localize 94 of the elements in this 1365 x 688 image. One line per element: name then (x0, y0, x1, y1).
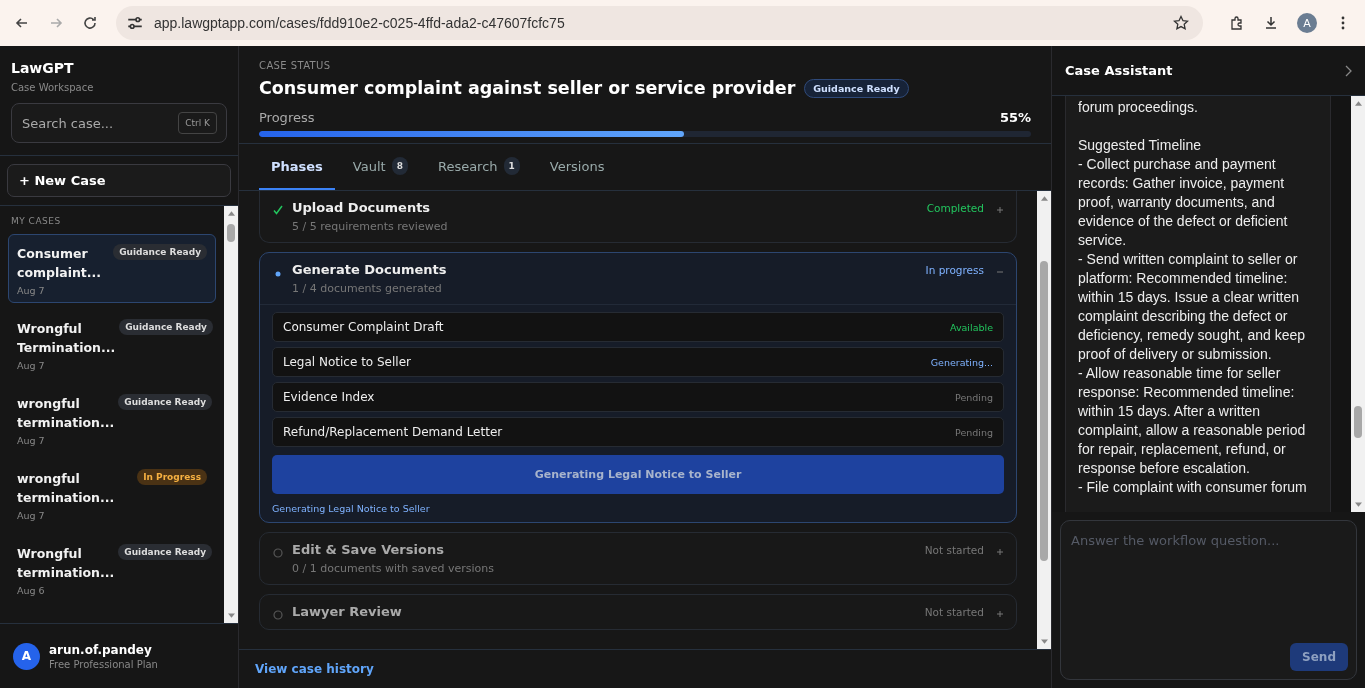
generate-button[interactable]: Generating Legal Notice to Seller (272, 455, 1004, 494)
circle-icon (272, 546, 284, 558)
case-item[interactable]: Consumer complaint... Guidance Ready Aug 7 (8, 234, 216, 303)
document-status: Available (950, 321, 993, 333)
brand-name: LawGPT (11, 60, 75, 76)
case-item[interactable]: Wrongful Termination... Guidance Ready Aug 7 (8, 309, 216, 378)
document-name: Consumer Complaint Draft (283, 320, 444, 334)
new-case-button[interactable]: + New Case (7, 164, 231, 197)
section-label: CASE STATUS (259, 60, 332, 71)
scrollbar[interactable] (1037, 191, 1051, 649)
address-bar[interactable]: app.lawgptapp.com/cases/fdd910e2-c025-4ffd-ada2-c47607fcfc75 (116, 6, 1203, 40)
case-title: Wrongful termination... (17, 545, 115, 582)
case-item[interactable]: Wrongful termination... Guidance Ready Aug 6 (8, 534, 216, 603)
chevron-right-icon[interactable] (1344, 64, 1352, 77)
status-badge: Guidance Ready (804, 78, 909, 98)
case-title: wrongful termination... (17, 395, 115, 432)
progress-label: Progress (259, 110, 315, 125)
phase-subtitle: 0 / 1 documents with saved versions (292, 562, 495, 575)
site-settings-icon[interactable] (126, 14, 144, 32)
check-icon (272, 204, 284, 216)
scrollbar[interactable] (224, 206, 238, 623)
scroll-up-icon[interactable] (1040, 195, 1048, 201)
puzzle-icon[interactable] (1229, 15, 1245, 31)
star-icon[interactable] (1173, 15, 1189, 31)
workspace-label: Case Workspace (11, 82, 95, 93)
case-title: Consumer complaint... (17, 245, 103, 282)
section-heading: MY CASES (11, 216, 62, 226)
scroll-up-icon[interactable] (227, 210, 235, 216)
progress-reading: 55% (999, 110, 1031, 125)
reload-icon[interactable] (82, 15, 98, 31)
circle-icon (272, 608, 284, 620)
download-icon[interactable] (1263, 15, 1279, 31)
generation-note: Generating Legal Notice to Seller (272, 503, 431, 514)
tab[interactable]: Versions (537, 144, 617, 190)
phase-status: Completed (926, 202, 984, 214)
document-name: Legal Notice to Seller (283, 355, 411, 369)
phase-subtitle: 1 / 4 documents generated (292, 282, 443, 295)
case-title: Consumer complaint against seller or service provider (259, 78, 796, 98)
plan-label: Free Professional Plan (49, 658, 158, 670)
url-text: app.lawgptapp.com/cases/fdd910e2-c025-4ffd-ada2-c47607fcfc75 (154, 15, 566, 31)
case-date: Aug 7 (17, 360, 46, 371)
scroll-down-icon[interactable] (1040, 639, 1048, 645)
send-button[interactable]: Send (1290, 643, 1348, 671)
scroll-down-icon[interactable] (227, 613, 235, 619)
case-date: Aug 7 (17, 435, 46, 446)
shortcut-hint: Ctrl K (178, 112, 217, 134)
scrollbar[interactable] (1351, 96, 1365, 512)
phase-status: Not started (924, 606, 984, 618)
expand-icon[interactable] (996, 206, 1004, 214)
scroll-thumb[interactable] (1040, 261, 1048, 561)
tab[interactable]: Vault 8 (340, 144, 420, 190)
phase-title: Generate Documents (292, 262, 448, 277)
scroll-thumb[interactable] (227, 224, 235, 242)
document-status: Pending (955, 391, 993, 403)
tab[interactable]: Research 1 (425, 144, 532, 190)
case-title: Wrongful Termination... (17, 320, 116, 357)
scroll-down-icon[interactable] (1354, 502, 1362, 508)
phase-title: Upload Documents (292, 200, 432, 215)
case-item[interactable]: wrongful termination... In Progress Aug 7 (8, 459, 216, 528)
status-badge: In Progress (137, 469, 207, 485)
scroll-up-icon[interactable] (1354, 100, 1362, 106)
case-item[interactable]: wrongful termination... Guidance Ready Aug 7 (8, 384, 216, 453)
phase-status: Not started (924, 544, 984, 556)
case-title: wrongful termination... (17, 470, 116, 507)
document-status: Generating... (930, 356, 993, 368)
assistant-message: forum proceedings. Suggested Timeline - Collect purchase and payment records: Gather invoice, payment proof, warranty documents, and evidence of the defect or deficient service. - Send written complaint to seller or platform: Recommended timeline: within 15 days. Issue a clear written complaint describing the defect or deficiency, remedy sought, and keep proof of delivery or submission. - Allow reasonable time for seller response: Recommended timeline: within 15 days. After a written complaint, allow a reasonable period for repair, replacement, refund, or response before escalation. - File complaint with consumer forum (1065, 96, 1331, 512)
status-badge: Guidance Ready (118, 394, 213, 410)
expand-icon[interactable] (996, 548, 1004, 556)
case-date: Aug 7 (17, 510, 46, 521)
profile-avatar[interactable]: A (1297, 13, 1317, 33)
expand-icon[interactable] (996, 610, 1004, 618)
phase-title: Edit & Save Versions (292, 542, 445, 557)
document-row[interactable]: Refund/Replacement Demand Letter Pending (272, 417, 1004, 447)
document-row[interactable]: Legal Notice to Seller Generating... (272, 347, 1004, 377)
user-name: arun.of.pandey (49, 642, 153, 657)
collapse-icon[interactable] (996, 268, 1004, 276)
phase-status: In progress (925, 264, 984, 276)
phase-subtitle: 5 / 5 requirements reviewed (292, 220, 449, 233)
scroll-thumb[interactable] (1354, 406, 1362, 438)
status-badge: Guidance Ready (113, 244, 207, 260)
case-date: Aug 7 (17, 285, 46, 296)
document-name: Evidence Index (283, 390, 375, 404)
user-avatar[interactable]: A (13, 642, 40, 670)
document-status: Pending (955, 426, 993, 438)
history-link[interactable]: View case history (255, 662, 374, 676)
answer-field[interactable]: Answer the workflow question... Send (1060, 520, 1357, 680)
phase-title: Lawyer Review (292, 604, 403, 619)
document-row[interactable]: Consumer Complaint Draft Available (272, 312, 1004, 342)
document-name: Refund/Replacement Demand Letter (283, 425, 503, 439)
document-row[interactable]: Evidence Index Pending (272, 382, 1004, 412)
panel-title: Case Assistant (1065, 63, 1173, 78)
status-badge: Guidance Ready (119, 319, 213, 335)
case-date: Aug 6 (17, 585, 46, 596)
status-badge: Guidance Ready (118, 544, 213, 560)
